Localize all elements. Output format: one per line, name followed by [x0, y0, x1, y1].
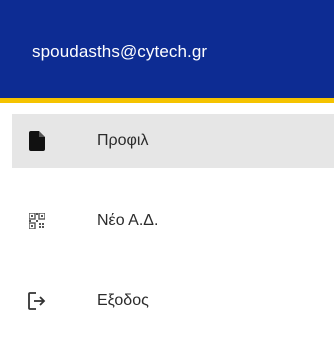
menu-item-label: Εξοδος	[97, 292, 149, 309]
menu-item-logout[interactable]: Εξοδος	[12, 274, 334, 328]
drawer-header: spoudasths@cytech.gr	[0, 0, 334, 103]
navigation-drawer: spoudasths@cytech.gr Προφιλ Νέο Α.Δ. Εξο…	[0, 0, 334, 353]
menu-item-label: Νέο Α.Δ.	[97, 212, 159, 229]
document-icon	[26, 130, 48, 152]
qr-code-icon	[26, 210, 48, 232]
drawer-menu: Προφιλ Νέο Α.Δ. Εξοδος	[12, 114, 334, 353]
menu-item-label: Προφιλ	[97, 132, 149, 149]
logout-icon	[26, 290, 48, 312]
menu-item-profile[interactable]: Προφιλ	[12, 114, 334, 168]
menu-item-new-ad[interactable]: Νέο Α.Δ.	[12, 194, 334, 248]
user-email: spoudasths@cytech.gr	[32, 42, 208, 61]
